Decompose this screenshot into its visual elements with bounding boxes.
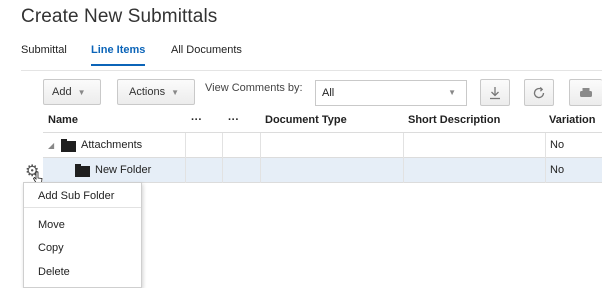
menu-item-add-sub-folder[interactable]: Add Sub Folder — [38, 190, 114, 202]
folder-icon — [61, 139, 76, 152]
add-button-label: Add — [52, 86, 72, 98]
column-divider — [545, 133, 546, 183]
row-name: New Folder — [95, 164, 152, 176]
column-divider — [185, 133, 186, 183]
column-header-variation[interactable]: Variation — [549, 110, 595, 133]
row-name: Attachments — [81, 139, 143, 151]
refresh-button[interactable] — [524, 79, 554, 106]
tab-all-documents[interactable]: All Documents — [171, 44, 242, 64]
menu-item-delete[interactable]: Delete — [38, 266, 70, 278]
view-comments-value: All — [322, 87, 335, 99]
chevron-down-icon: ▼ — [171, 88, 179, 97]
column-divider — [222, 133, 223, 183]
add-button[interactable]: Add ▼ — [43, 79, 101, 105]
expand-triangle-icon[interactable]: ◢ — [48, 141, 54, 150]
table-row[interactable]: ◢ Attachments No — [43, 133, 602, 157]
view-comments-label: View Comments by: — [205, 82, 303, 94]
actions-button[interactable]: Actions ▼ — [117, 79, 195, 105]
refresh-icon — [533, 87, 545, 99]
download-button[interactable] — [480, 79, 510, 106]
row-variation: No — [550, 164, 565, 176]
column-header-hidden-1[interactable]: ··· — [191, 110, 202, 133]
column-header-hidden-2[interactable]: ··· — [228, 110, 239, 133]
column-header-short-description[interactable]: Short Description — [408, 110, 500, 133]
print-button[interactable] — [569, 79, 602, 106]
view-comments-select[interactable]: All ▼ — [315, 80, 467, 106]
chevron-down-icon: ▼ — [448, 88, 456, 97]
menu-item-copy[interactable]: Copy — [38, 242, 64, 254]
download-icon — [490, 87, 500, 100]
column-header-document-type[interactable]: Document Type — [265, 110, 347, 133]
print-icon — [580, 88, 592, 97]
column-divider — [260, 133, 261, 183]
column-header-name[interactable]: Name — [48, 110, 78, 133]
page-title: Create New Submittals — [21, 6, 218, 27]
actions-button-label: Actions — [129, 86, 166, 98]
menu-divider — [24, 207, 141, 208]
tab-divider — [21, 70, 602, 71]
folder-icon — [75, 164, 90, 177]
folder-context-menu: Add Sub Folder Move Copy Delete — [23, 182, 142, 288]
table-row-selected[interactable]: New Folder No — [43, 158, 602, 182]
chevron-down-icon: ▼ — [77, 88, 86, 97]
row-variation: No — [550, 139, 565, 151]
tab-line-items[interactable]: Line Items — [91, 44, 146, 66]
menu-item-move[interactable]: Move — [38, 219, 65, 231]
column-divider — [403, 133, 404, 183]
tab-submittal[interactable]: Submittal — [21, 44, 67, 64]
